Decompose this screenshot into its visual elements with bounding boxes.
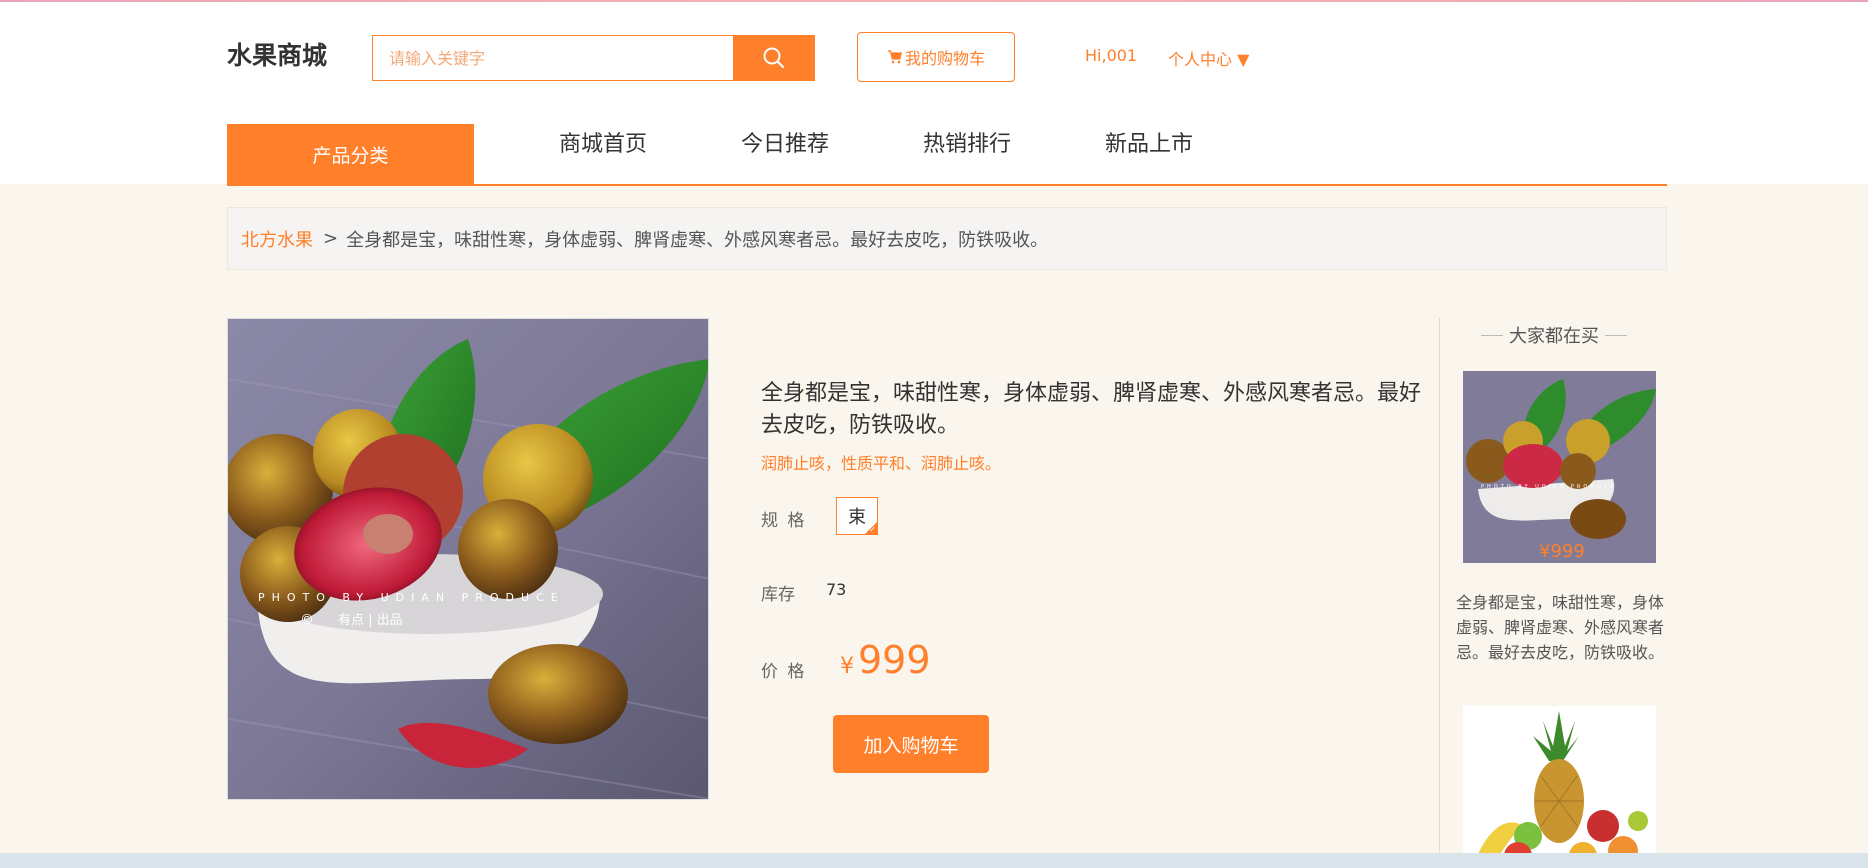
photo-copyright-mark: ©	[300, 612, 314, 628]
taskbar	[0, 853, 1868, 868]
breadcrumb: 北方水果 > 全身都是宝，味甜性寒，身体虚弱、脾肾虚寒、外感风寒者忌。最好去皮吃…	[227, 207, 1667, 270]
search-input[interactable]	[372, 35, 733, 81]
site-logo[interactable]: 水果商城	[227, 36, 327, 72]
user-greeting[interactable]: Hi,001	[1085, 46, 1137, 65]
search-button[interactable]	[733, 35, 815, 81]
sidebar-title-text: 大家都在买	[1509, 326, 1599, 347]
header: 水果商城 我的购物车 Hi,001 个人中心 ▼ 产品分类 商城首页 今日推荐 …	[0, 2, 1868, 186]
breadcrumb-current: 全身都是宝，味甜性寒，身体虚弱、脾肾虚寒、外感风寒者忌。最好去皮吃，防铁吸收。	[346, 229, 1049, 251]
price-label: 价 格	[761, 662, 807, 682]
price: ¥ 999	[840, 638, 931, 682]
my-cart-button[interactable]: 我的购物车	[857, 32, 1015, 82]
nav-item-today-recommend[interactable]: 今日推荐	[741, 124, 829, 160]
sidebar-product-image-1[interactable]: PHOTO BY UDIAN PRODUCE ¥999	[1463, 371, 1656, 563]
product-subtitle: 润肺止咳，性质平和、润肺止咳。	[761, 454, 1002, 473]
product-info: 全身都是宝，味甜性寒，身体虚弱、脾肾虚寒、外感风寒者忌。最好去皮吃，防铁吸收。 …	[761, 378, 1437, 474]
search-bar	[372, 35, 815, 81]
breadcrumb-category-link[interactable]: 北方水果	[241, 226, 313, 252]
main-nav: 产品分类 商城首页 今日推荐 热销排行 新品上市	[227, 124, 1667, 186]
breadcrumb-separator: >	[323, 228, 339, 249]
user-center-menu[interactable]: 个人中心 ▼	[1168, 46, 1249, 70]
price-value: 999	[858, 638, 931, 682]
nav-item-hot-ranking[interactable]: 热销排行	[923, 124, 1011, 160]
check-icon: ✓	[869, 525, 876, 534]
nav-item-new-arrivals[interactable]: 新品上市	[1105, 124, 1193, 160]
sidebar-product-image-2[interactable]	[1463, 706, 1656, 868]
sidebar-item-price: ¥999	[1539, 541, 1585, 562]
photo-watermark-text: PHOTO BY UDIAN PRODUCE	[258, 591, 565, 604]
cart-label: 我的购物车	[904, 49, 985, 68]
product-title: 全身都是宝，味甜性寒，身体虚弱、脾肾虚寒、外感风寒者忌。最好去皮吃，防铁吸收。	[761, 381, 1422, 438]
product-category-button[interactable]: 产品分类	[227, 124, 474, 184]
spec-label: 规 格	[761, 511, 807, 531]
cart-icon	[887, 50, 903, 64]
spec-option-selected[interactable]: 束 ✓	[836, 497, 878, 535]
thumb-watermark-text: PHOTO BY UDIAN PRODUCE	[1481, 484, 1616, 490]
product-image: PHOTO BY UDIAN PRODUCE © 有点 | 出品	[227, 318, 709, 800]
currency-symbol: ¥	[840, 654, 854, 679]
spec-option-label: 束	[848, 507, 866, 528]
nav-item-home[interactable]: 商城首页	[559, 124, 647, 160]
title-divider-left	[1481, 334, 1503, 336]
photo-watermark-mark: 有点 | 出品	[338, 613, 403, 628]
stock-value: 73	[826, 580, 847, 599]
search-icon	[763, 47, 785, 69]
add-to-cart-button[interactable]: 加入购物车	[833, 715, 989, 773]
stock-label: 库存	[761, 585, 795, 605]
title-divider-right	[1605, 334, 1627, 336]
sidebar-popular: 大家都在买 PHOTO BY UDIAN PRODUCE ¥999 全身都是宝，…	[1439, 318, 1667, 868]
sidebar-title: 大家都在买	[1440, 322, 1668, 348]
sidebar-item-text[interactable]: 全身都是宝，味甜性寒，身体虚弱、脾肾虚寒、外感风寒者忌。最好去皮吃，防铁吸收。	[1455, 590, 1665, 665]
